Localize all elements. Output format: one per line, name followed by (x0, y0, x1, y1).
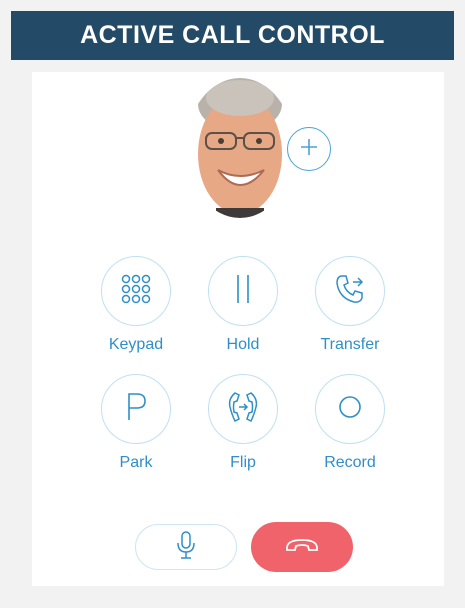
hold-label: Hold (226, 336, 260, 353)
hang-up-phone-icon (284, 537, 320, 558)
transfer-button[interactable]: Transfer (300, 256, 400, 366)
flip-label: Flip (230, 454, 256, 471)
keypad-icon (119, 272, 153, 311)
pause-icon (233, 273, 253, 310)
record-circle (315, 374, 385, 444)
park-button[interactable]: Park (86, 374, 186, 484)
keypad-button[interactable]: Keypad (86, 256, 186, 366)
park-label: Park (119, 454, 153, 471)
flip-button[interactable]: Flip (193, 374, 293, 484)
record-button[interactable]: Record (300, 374, 400, 484)
record-label: Record (324, 454, 376, 471)
flip-circle (208, 374, 278, 444)
record-circle-icon (337, 394, 363, 425)
park-p-icon (124, 392, 148, 427)
microphone-icon (176, 530, 196, 565)
transfer-circle (315, 256, 385, 326)
hold-circle (208, 256, 278, 326)
park-circle (101, 374, 171, 444)
caller-avatar (186, 78, 294, 218)
add-participant-button[interactable] (287, 127, 331, 171)
keypad-label: Keypad (108, 336, 164, 353)
phone-transfer-icon (333, 272, 367, 311)
keypad-circle (101, 256, 171, 326)
plus-icon (299, 137, 319, 162)
mute-button[interactable] (135, 524, 237, 570)
transfer-label: Transfer (320, 336, 380, 353)
app-header: ACTIVE CALL CONTROL (11, 11, 454, 60)
page-title: ACTIVE CALL CONTROL (80, 21, 385, 49)
phone-flip-icon (225, 389, 261, 430)
hold-button[interactable]: Hold (193, 256, 293, 366)
hang-up-button[interactable] (251, 522, 353, 572)
